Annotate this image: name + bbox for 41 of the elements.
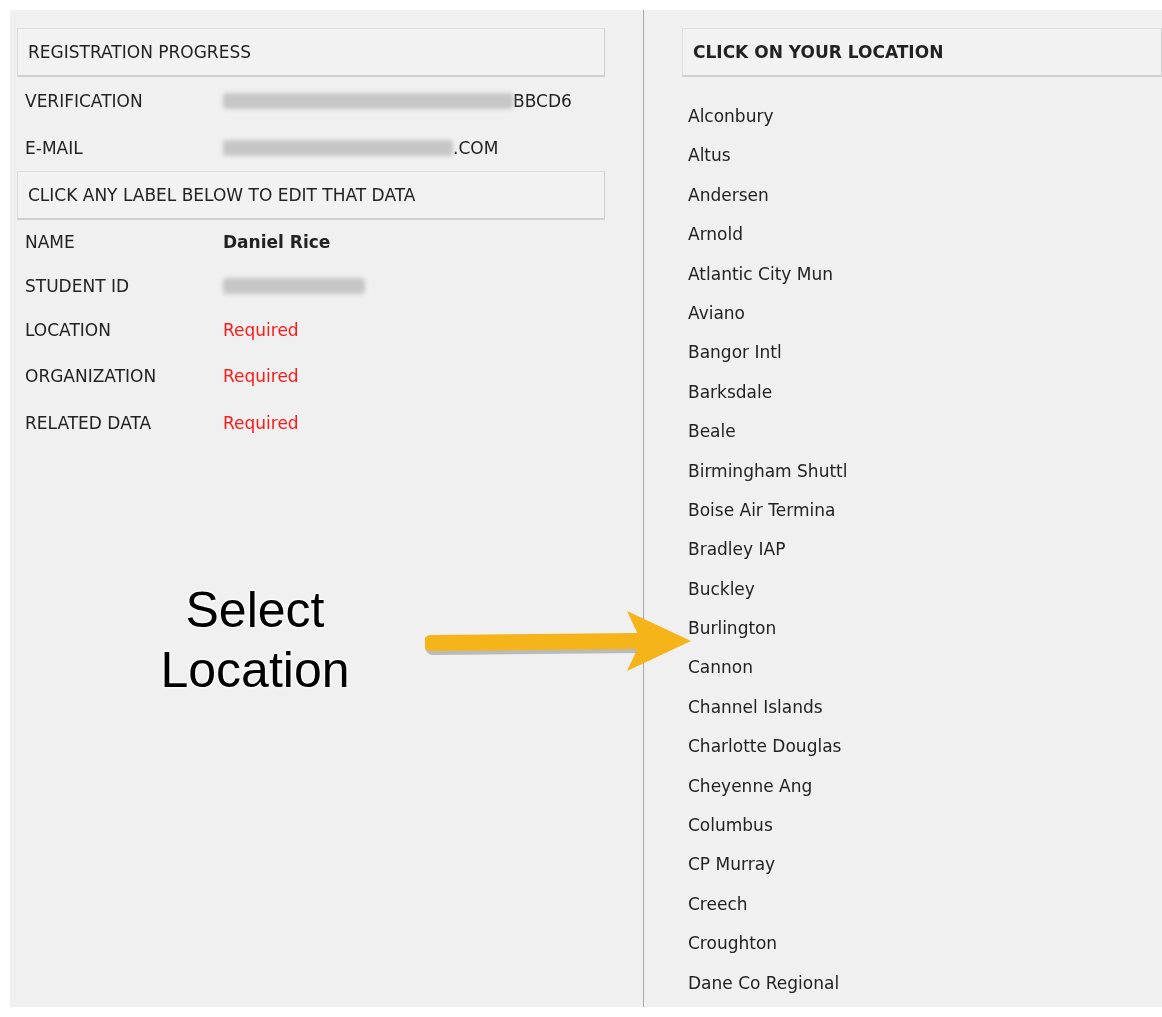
field-label: E-MAIL: [25, 137, 84, 158]
field-label[interactable]: NAME: [25, 232, 223, 252]
blurred-redaction-icon: [223, 278, 365, 294]
location-link[interactable]: Charlotte Douglas: [688, 727, 842, 767]
field-label[interactable]: STUDENT ID: [25, 276, 223, 296]
field-value: .COM: [453, 137, 499, 158]
location-link[interactable]: Birmingham Shuttl: [688, 451, 848, 491]
field-label: VERIFICATION: [25, 90, 144, 111]
annotation-text: Select Location: [159, 581, 351, 700]
location-link[interactable]: Arnold: [688, 215, 743, 255]
section-header: REGISTRATION PROGRESS: [17, 28, 605, 77]
location-link[interactable]: Burlington: [688, 609, 777, 649]
location-link[interactable]: Bangor Intl: [688, 333, 782, 373]
field-label[interactable]: ORGANIZATION: [25, 365, 223, 386]
location-link[interactable]: Alconbury: [688, 97, 774, 137]
required-status: Required: [223, 412, 299, 433]
location-link[interactable]: Beale: [688, 412, 736, 452]
location-link[interactable]: CP Murray: [688, 845, 776, 885]
field-label[interactable]: LOCATION: [25, 320, 223, 340]
location-link[interactable]: Altus: [688, 136, 731, 176]
location-link[interactable]: Andersen: [688, 175, 769, 216]
location-link[interactable]: Bradley IAP: [688, 530, 786, 570]
required-status: Required: [223, 365, 299, 386]
field-label[interactable]: RELATED DATA: [25, 412, 223, 433]
location-link[interactable]: Atlantic City Mun: [688, 254, 833, 294]
location-link[interactable]: Channel Islands: [688, 687, 823, 728]
location-link[interactable]: Barksdale: [688, 372, 773, 413]
section-header: CLICK ANY LABEL BELOW TO EDIT THAT DATA: [17, 171, 605, 220]
location-link[interactable]: Creech: [688, 884, 748, 925]
section-header: CLICK ON YOUR LOCATION: [682, 28, 1162, 77]
field-value: Daniel Rice: [223, 232, 331, 252]
required-status: Required: [223, 320, 299, 340]
location-link[interactable]: Columbus: [688, 806, 773, 846]
location-link[interactable]: Cannon: [688, 648, 753, 688]
location-link[interactable]: Cheyenne Ang: [688, 766, 813, 807]
location-link[interactable]: Boise Air Termina: [688, 490, 836, 531]
location-link[interactable]: Dane Co Regional: [688, 963, 840, 1003]
location-link[interactable]: Aviano: [688, 293, 745, 334]
location-link[interactable]: Croughton: [688, 924, 778, 964]
location-link[interactable]: Buckley: [688, 569, 755, 610]
field-value: BBCD6: [513, 90, 572, 111]
